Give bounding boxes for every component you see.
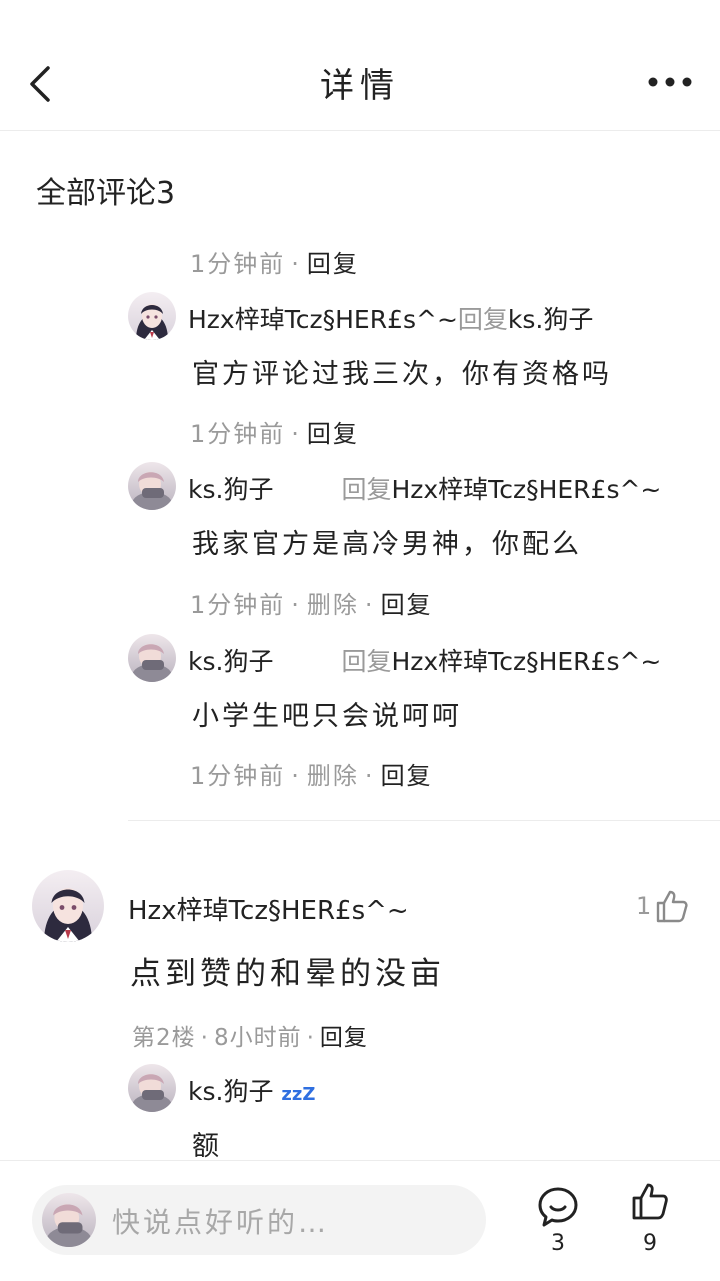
sleep-badge: zzZ [281, 1084, 316, 1105]
reply-meta: 1分钟前 · 删除 · 回复 [190, 591, 433, 619]
reply-time: 1分钟前 [190, 591, 286, 619]
avatar[interactable] [128, 1064, 176, 1112]
page-title: 详情 [320, 66, 400, 106]
reply-header: ks.狗子 回复Hzx梓琸Tcz§HER£s^~ [188, 470, 661, 506]
comment-time: 8小时前 [213, 1025, 302, 1051]
reply-meta: 1分钟前 · 回复 [190, 250, 359, 278]
reply-meta: 1分钟前 · 回复 [190, 420, 359, 448]
thumbs-up-icon[interactable] [654, 888, 690, 924]
reply-target[interactable]: Hzx梓琸Tcz§HER£s^~ [391, 647, 661, 676]
reply-button[interactable]: 回复 [307, 420, 359, 448]
avatar[interactable] [128, 292, 176, 340]
reply-text: 小学生吧只会说呵呵 [192, 701, 462, 732]
all-comments-heading: 全部评论3 [36, 176, 176, 211]
reply-text: 我家官方是高冷男神，你配么 [192, 529, 582, 560]
reply-time: 1分钟前 [190, 250, 286, 278]
input-placeholder: 快说点好听的… [112, 1206, 330, 1239]
reply-header: Hzx梓琸Tcz§HER£s^~回复ks.狗子 [188, 300, 593, 336]
comment-input[interactable]: 快说点好听的… [32, 1185, 486, 1255]
comment-count: 3 [551, 1231, 565, 1256]
reply-target[interactable]: Hzx梓琸Tcz§HER£s^~ [391, 475, 661, 504]
reply-header: ks.狗子 回复Hzx梓琸Tcz§HER£s^~ [188, 642, 661, 678]
reply-word: 回复 [341, 475, 392, 504]
avatar [42, 1193, 96, 1247]
delete-button[interactable]: 删除 [307, 762, 359, 790]
reply-time: 1分钟前 [190, 420, 286, 448]
reply-author[interactable]: ks.狗子 [188, 475, 273, 504]
avatar[interactable] [128, 634, 176, 682]
reply-header: ks.狗子 zzZ [188, 1072, 315, 1108]
reply-author[interactable]: ks.狗子 [188, 1077, 273, 1106]
like-count: 9 [643, 1231, 657, 1256]
reply-meta: 1分钟前 · 删除 · 回复 [190, 762, 433, 790]
reply-author[interactable]: ks.狗子 [188, 647, 273, 676]
reply-button[interactable]: 回复 [307, 250, 359, 278]
comment-bubble-icon[interactable] [536, 1185, 580, 1229]
comment-meta: 第2楼 · 8小时前 · 回复 [132, 1025, 368, 1051]
reply-button[interactable]: 回复 [320, 1025, 368, 1051]
thumbs-up-icon[interactable] [630, 1181, 670, 1221]
reply-word: 回复 [457, 305, 508, 334]
comment-author[interactable]: Hzx梓琸Tcz§HER£s^~ [128, 890, 409, 927]
top-nav-bar: 详情 [0, 0, 720, 131]
comment-like-count: 1 [636, 892, 652, 920]
delete-button[interactable]: 删除 [307, 591, 359, 619]
divider [128, 820, 720, 821]
floor-number: 第2楼 [132, 1025, 196, 1051]
avatar[interactable] [32, 870, 104, 942]
reply-text: 官方评论过我三次，你有资格吗 [192, 359, 612, 390]
avatar[interactable] [128, 462, 176, 510]
reply-button[interactable]: 回复 [381, 762, 433, 790]
reply-time: 1分钟前 [190, 762, 286, 790]
reply-button[interactable]: 回复 [381, 591, 433, 619]
bottom-action-bar: 快说点好听的… 3 9 [0, 1160, 720, 1281]
reply-author[interactable]: Hzx梓琸Tcz§HER£s^~ [188, 305, 458, 334]
more-dots-icon[interactable] [648, 72, 692, 92]
reply-text: 额 [192, 1131, 222, 1162]
reply-target[interactable]: ks.狗子 [508, 305, 593, 334]
reply-word: 回复 [341, 647, 392, 676]
comment-text: 点到赞的和晕的没亩 [130, 956, 445, 992]
